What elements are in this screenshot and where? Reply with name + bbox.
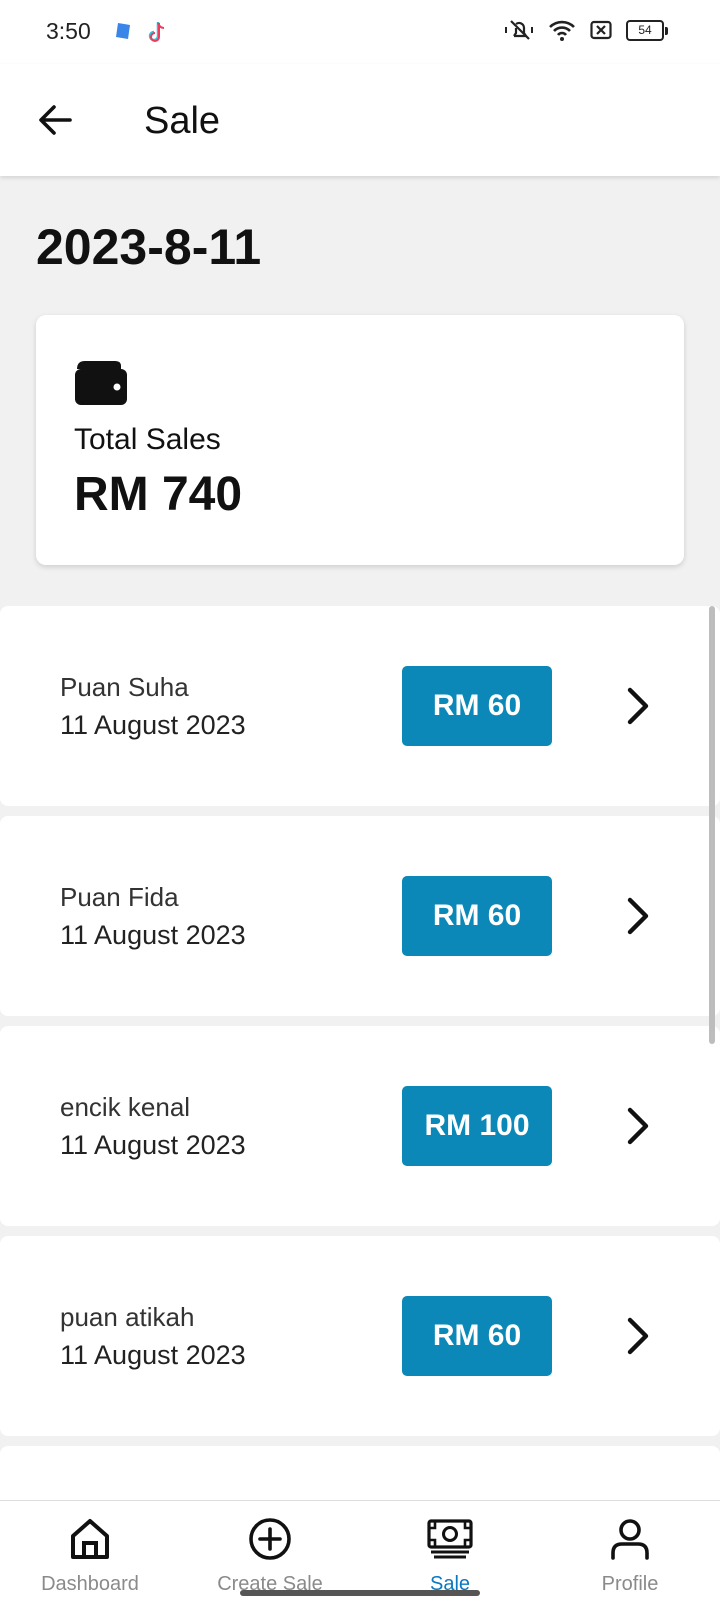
money-icon [427, 1519, 473, 1559]
tiktok-icon [148, 22, 165, 42]
nav-label: Dashboard [41, 1573, 139, 1595]
sale-date: 11 August 2023 [60, 1130, 246, 1160]
amount-badge: RM 100 [402, 1086, 552, 1166]
person-icon [611, 1519, 649, 1560]
chevron-right-icon[interactable] [616, 684, 660, 728]
amount-badge: RM 60 [402, 876, 552, 956]
amount-badge: RM 60 [402, 666, 552, 746]
amount-badge: RM 60 [402, 1296, 552, 1376]
sale-date: 11 August 2023 [60, 710, 246, 740]
date-heading: 2023-8-11 [36, 219, 262, 275]
customer-name: encik kenal [60, 1092, 191, 1122]
total-sales-label: Total Sales [74, 423, 221, 456]
no-sim-icon [590, 20, 612, 40]
status-time: 3:50 [46, 18, 91, 44]
status-notification-icons [112, 20, 168, 44]
wallet-icon [75, 361, 127, 405]
sale-date: 11 August 2023 [60, 920, 246, 950]
app-bar: Sale [0, 64, 720, 176]
nav-item-dashboard[interactable]: Dashboard [0, 1501, 180, 1601]
battery-icon: 54 [626, 19, 668, 41]
customer-name: Puan Suha [60, 672, 189, 702]
home-icon [71, 1519, 109, 1559]
total-sales-card: Total Sales RM 740 [36, 315, 684, 565]
list-item[interactable]: encik kenal 11 August 2023 RM 100 [0, 1026, 720, 1226]
home-indicator[interactable] [240, 1590, 480, 1596]
sales-list[interactable]: Puan Suha 11 August 2023 RM 60 Puan Fida… [0, 602, 720, 1500]
scrollbar[interactable] [709, 606, 715, 1044]
nav-item-create-sale[interactable]: Create Sale [180, 1501, 360, 1601]
nav-label: Profile [601, 1573, 659, 1595]
nav-item-sale[interactable]: Sale [360, 1501, 540, 1601]
nav-item-profile[interactable]: Profile [540, 1501, 720, 1601]
list-item[interactable]: puan atikah 11 August 2023 RM 60 [0, 1236, 720, 1436]
status-bar: 3:50 54 [0, 0, 720, 64]
list-item[interactable]: Puan Suha 11 August 2023 RM 60 [0, 606, 720, 806]
total-sales-value: RM 740 [74, 468, 243, 521]
list-item[interactable] [0, 1446, 720, 1500]
chevron-right-icon[interactable] [616, 1314, 660, 1358]
customer-name: puan atikah [60, 1302, 195, 1332]
plus-circle-icon [249, 1518, 291, 1560]
back-button[interactable] [34, 98, 78, 142]
page-title: Sale [144, 100, 221, 142]
list-item[interactable]: Puan Fida 11 August 2023 RM 60 [0, 816, 720, 1016]
wifi-icon [549, 20, 575, 41]
chevron-right-icon[interactable] [616, 894, 660, 938]
arrow-left-icon [39, 105, 72, 135]
status-system-icons: 54 [504, 18, 668, 42]
vibrate-mute-icon [505, 20, 533, 40]
customer-name: Puan Fida [60, 882, 179, 912]
sale-date: 11 August 2023 [60, 1340, 246, 1370]
app-notification-icon [116, 23, 130, 39]
chevron-right-icon[interactable] [616, 1104, 660, 1148]
bottom-nav: Dashboard Create Sale Sale Profile [0, 1500, 720, 1601]
